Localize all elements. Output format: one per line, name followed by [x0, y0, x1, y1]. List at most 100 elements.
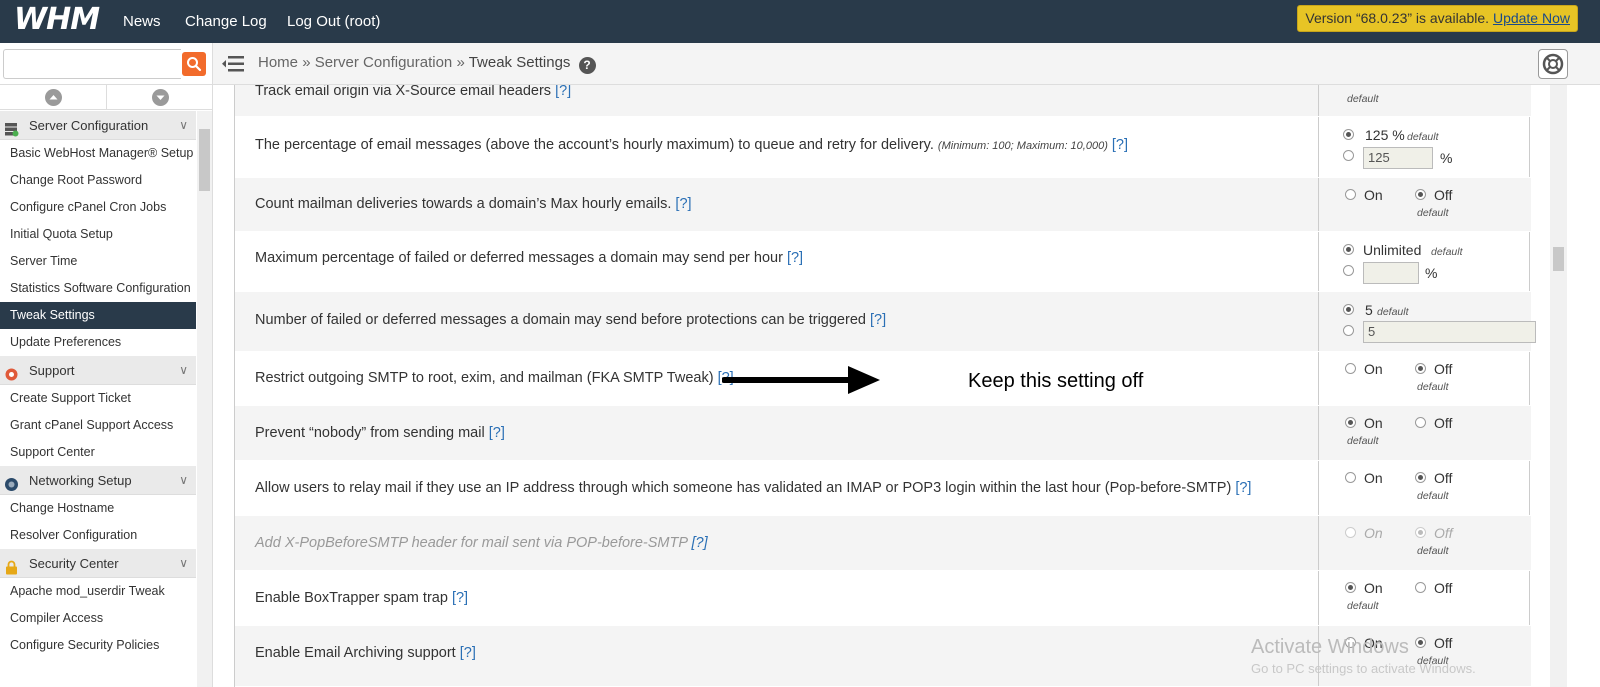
breadcrumb-current: Tweak Settings — [468, 54, 571, 71]
off-radio[interactable] — [1415, 363, 1426, 374]
off-radio[interactable] — [1415, 189, 1426, 200]
setting-help-link[interactable]: [?] — [870, 312, 886, 328]
setting-label-text: Add X-PopBeforeSMTP header for mail sent… — [255, 535, 688, 551]
on-label: On — [1364, 361, 1383, 377]
chevron-down-icon[interactable]: ∨ — [179, 549, 188, 578]
activate-windows-subtext: Go to PC settings to activate Windows. — [1251, 661, 1476, 676]
custom-radio[interactable] — [1343, 325, 1354, 336]
custom-radio[interactable] — [1343, 265, 1354, 276]
sidebar-category[interactable]: Security Center ∨ — [0, 549, 196, 578]
sidebar-item[interactable]: Change Hostname — [0, 495, 196, 522]
setting-row: Allow users to relay mail if they use an… — [235, 461, 1531, 516]
on-radio[interactable] — [1345, 363, 1356, 374]
support-button[interactable] — [1538, 49, 1568, 79]
logout-link[interactable]: Log Out (root) — [287, 13, 380, 30]
main-scroll-thumb[interactable] — [1553, 247, 1564, 271]
sidebar-item[interactable]: Compiler Access — [0, 605, 196, 632]
setting-help-link[interactable]: [?] — [692, 535, 708, 551]
default-label: default — [1417, 381, 1449, 393]
setting-help-link[interactable]: [?] — [460, 645, 476, 661]
setting-help-link[interactable]: [?] — [1235, 480, 1251, 496]
setting-label-text: The percentage of email messages (above … — [255, 137, 934, 153]
off-radio[interactable] — [1415, 417, 1426, 428]
search-input[interactable] — [3, 49, 181, 79]
off-radio[interactable] — [1415, 582, 1426, 593]
help-icon[interactable]: ? — [578, 57, 596, 74]
main-scrollbar[interactable] — [1550, 85, 1567, 687]
setting-help-link[interactable]: [?] — [675, 196, 691, 212]
setting-value-cell: On Off default — [1318, 406, 1531, 460]
server-icon — [4, 118, 19, 137]
default-radio[interactable] — [1343, 129, 1354, 140]
sidebar-item[interactable]: Create Support Ticket — [0, 385, 196, 412]
setting-help-link[interactable]: [?] — [555, 85, 571, 99]
off-label: Off — [1434, 361, 1453, 377]
sidebar-item[interactable]: Statistics Software Configuration — [0, 275, 196, 302]
custom-radio[interactable] — [1343, 150, 1354, 161]
sidebar-item[interactable]: Resolver Configuration — [0, 522, 196, 549]
sidebar-item[interactable]: Update Preferences — [0, 329, 196, 356]
breadcrumb: Home » Server Configuration » Tweak Sett… — [258, 54, 596, 74]
sidebar-item[interactable]: Configure Security Policies — [0, 632, 196, 659]
sidebar-item[interactable]: Change Root Password — [0, 167, 196, 194]
off-radio — [1415, 527, 1426, 538]
setting-help-link[interactable]: [?] — [1112, 137, 1128, 153]
change-log-link[interactable]: Change Log — [185, 13, 267, 30]
off-label: Off — [1434, 187, 1453, 203]
default-label: default — [1347, 600, 1379, 612]
chevron-down-icon[interactable]: ∨ — [179, 111, 188, 140]
on-radio — [1345, 527, 1356, 538]
setting-label: Track email origin via X-Source email he… — [255, 85, 571, 99]
on-radio[interactable] — [1345, 417, 1356, 428]
sidebar-scrollbar[interactable] — [197, 111, 212, 687]
setting-row: Track email origin via X-Source email he… — [235, 85, 1531, 117]
sidebar-item[interactable]: Server Time — [0, 248, 196, 275]
off-radio[interactable] — [1415, 472, 1426, 483]
setting-help-link[interactable]: [?] — [489, 425, 505, 441]
sidebar-category[interactable]: Support ∨ — [0, 356, 196, 385]
menu-toggle-icon[interactable] — [222, 54, 244, 74]
custom-value-input[interactable]: 5 — [1363, 321, 1536, 343]
setting-row: Number of failed or deferred messages a … — [235, 292, 1536, 352]
setting-help-link[interactable]: [?] — [452, 590, 468, 606]
on-radio[interactable] — [1345, 472, 1356, 483]
sidebar-category[interactable]: Server Configuration ∨ — [0, 111, 196, 140]
breadcrumb-section[interactable]: Server Configuration — [315, 54, 453, 71]
on-radio[interactable] — [1345, 582, 1356, 593]
off-label: Off — [1434, 415, 1453, 431]
setting-value-cell: On Off default — [1318, 352, 1531, 405]
collapse-all-button[interactable] — [45, 89, 62, 106]
breadcrumb-home[interactable]: Home — [258, 54, 298, 71]
expand-all-button[interactable] — [152, 89, 169, 106]
chevron-down-icon[interactable]: ∨ — [179, 356, 188, 385]
custom-value-input[interactable]: 125 — [1363, 147, 1433, 169]
sidebar-scroll-thumb[interactable] — [199, 129, 210, 191]
off-radio[interactable] — [1415, 637, 1426, 648]
default-radio[interactable] — [1343, 304, 1354, 315]
annotation-text: Keep this setting off — [968, 370, 1144, 392]
sidebar-item[interactable]: Apache mod_userdir Tweak — [0, 578, 196, 605]
sidebar-item[interactable]: Initial Quota Setup — [0, 221, 196, 248]
update-now-link[interactable]: Update Now — [1493, 10, 1570, 26]
setting-help-link[interactable]: [?] — [787, 250, 803, 266]
setting-row: The percentage of email messages (above … — [235, 117, 1531, 178]
setting-label: Maximum percentage of failed or deferred… — [255, 250, 803, 266]
setting-note: (Minimum: 100; Maximum: 10,000) — [937, 140, 1108, 152]
news-link[interactable]: News — [123, 13, 161, 30]
on-radio[interactable] — [1345, 189, 1356, 200]
search-button[interactable] — [182, 52, 206, 76]
sidebar-item[interactable]: Support Center — [0, 439, 196, 466]
chevron-down-icon[interactable]: ∨ — [179, 466, 188, 495]
sidebar-category[interactable]: Networking Setup ∨ — [0, 466, 196, 495]
on-label: On — [1364, 415, 1383, 431]
whm-logo[interactable]: WHM — [14, 2, 100, 37]
sidebar-item[interactable]: Basic WebHost Manager® Setup — [0, 140, 196, 167]
top-bar: WHM News Change Log Log Out (root) Versi… — [0, 0, 1600, 43]
default-label: default — [1417, 545, 1449, 557]
default-radio[interactable] — [1343, 244, 1354, 255]
custom-value-input[interactable] — [1363, 262, 1419, 284]
sidebar-item[interactable]: Grant cPanel Support Access — [0, 412, 196, 439]
sidebar-item[interactable]: Tweak Settings — [0, 302, 196, 329]
off-label: Off — [1434, 580, 1453, 596]
sidebar-item[interactable]: Configure cPanel Cron Jobs — [0, 194, 196, 221]
